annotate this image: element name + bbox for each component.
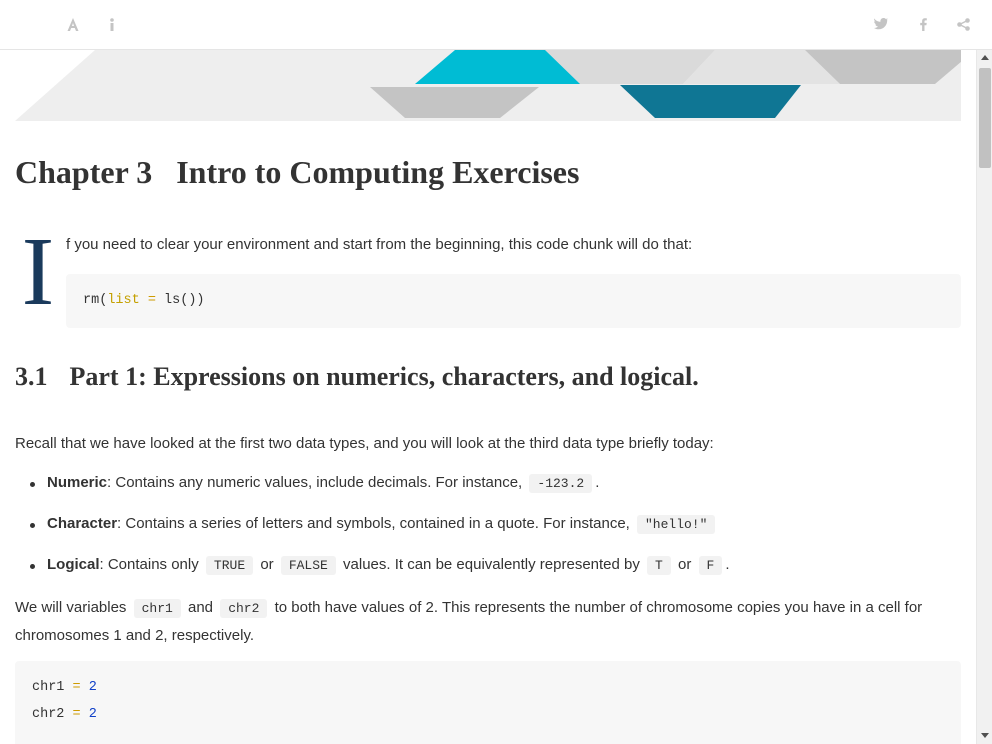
code-line: chr2 = 2	[32, 701, 944, 728]
term-logical: Logical	[47, 556, 100, 573]
code-rest: ls())	[164, 293, 205, 308]
code-var: chr1	[32, 680, 65, 695]
inline-code: chr1	[133, 599, 181, 618]
variables-paragraph: We will variables chr1 and chr2 to both …	[15, 594, 955, 649]
scroll-down-arrow-icon[interactable]	[980, 730, 990, 740]
desc-numeric: : Contains any numeric values, include d…	[107, 474, 523, 491]
code-line: chr1 = 2	[32, 674, 944, 701]
punct: .	[595, 474, 600, 491]
scrollbar-thumb[interactable]	[979, 68, 991, 168]
text: We will variables	[15, 599, 127, 616]
code-num: 2	[88, 707, 97, 722]
list-item-character: Character: Contains a series of letters …	[15, 509, 730, 550]
desc-logical: : Contains only	[99, 556, 199, 573]
list-item-logical: Logical: Contains only TRUE or FALSE val…	[15, 550, 730, 591]
code-var: chr2	[32, 707, 65, 722]
code-arg: list	[107, 293, 140, 308]
code-line: rm(list = ls())	[83, 287, 944, 314]
code-op: =	[139, 293, 165, 308]
punct: .	[725, 556, 730, 573]
inline-code: chr2	[220, 599, 268, 618]
inline-code: "hello!"	[637, 515, 716, 534]
vertical-scrollbar[interactable]	[976, 50, 992, 744]
share-icon[interactable]	[952, 13, 974, 35]
section-number: 3.1	[15, 362, 48, 391]
text: values. It can be equivalently represent…	[343, 556, 640, 573]
section-title: 3.1 Part 1: Expressions on numerics, char…	[15, 362, 699, 392]
term-character: Character	[47, 515, 118, 532]
term-numeric: Numeric	[47, 474, 108, 491]
chapter-title-text: Intro to Computing Exercises	[176, 154, 580, 190]
twitter-icon[interactable]	[870, 13, 892, 35]
text: or	[260, 556, 274, 573]
text: or	[678, 556, 692, 573]
font-settings-icon[interactable]	[62, 13, 84, 35]
inline-code: T	[647, 556, 671, 575]
list-item-numeric: Numeric: Contains any numeric values, in…	[15, 468, 730, 509]
scroll-up-arrow-icon[interactable]	[980, 53, 990, 63]
code-block-clear-env[interactable]: rm(list = ls())	[66, 274, 961, 328]
desc-character: : Contains a series of letters and symbo…	[117, 515, 630, 532]
drop-cap: I	[21, 218, 55, 326]
code-block-chr-vars[interactable]: chr1 = 2 chr2 = 2	[15, 661, 961, 744]
code-fn: rm(	[83, 293, 108, 308]
chapter-number: Chapter 3	[15, 154, 153, 190]
inline-code: F	[698, 556, 723, 575]
inline-code: FALSE	[280, 556, 336, 575]
code-num: 2	[88, 680, 97, 695]
chapter-content: Chapter 3 Intro to Computing Exercises I …	[15, 50, 961, 744]
text: and	[188, 599, 214, 616]
inline-code: TRUE	[205, 556, 254, 575]
info-icon[interactable]	[101, 13, 123, 35]
section-title-text: Part 1: Expressions on numerics, charact…	[69, 362, 699, 391]
recall-paragraph: Recall that we have looked at the first …	[15, 435, 714, 452]
inline-code: -123.2	[529, 474, 593, 493]
chapter-title: Chapter 3 Intro to Computing Exercises	[15, 154, 579, 191]
code-op: =	[64, 707, 89, 722]
intro-paragraph: f you need to clear your environment and…	[66, 236, 693, 253]
code-op: =	[64, 680, 89, 695]
data-types-list: Numeric: Contains any numeric values, in…	[15, 468, 730, 591]
facebook-icon[interactable]	[912, 13, 934, 35]
chapter-banner	[15, 50, 961, 121]
book-toolbar	[0, 0, 992, 50]
